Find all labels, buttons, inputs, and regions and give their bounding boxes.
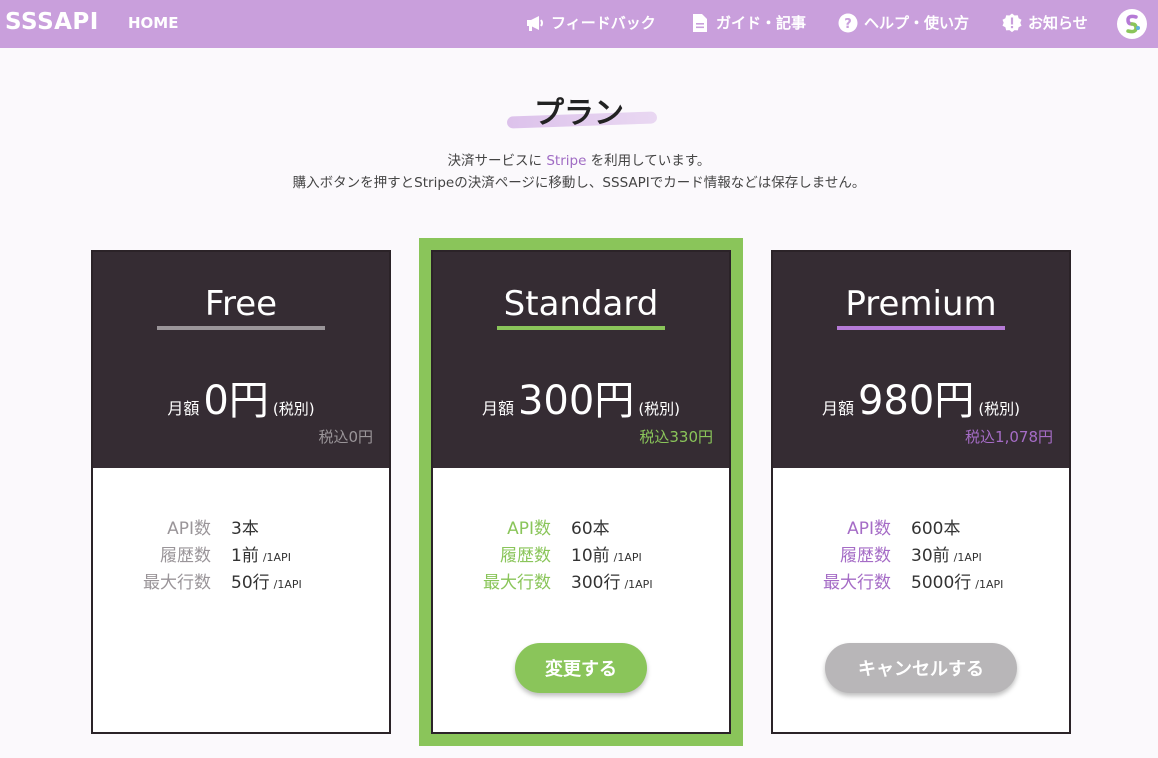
- user-avatar[interactable]: [1117, 9, 1147, 39]
- feature-value: 60本: [571, 514, 614, 539]
- plan-card-header: Free 月額 0円 (税別) 税込0円: [93, 252, 389, 468]
- price-tax-included: 税込1,078円: [965, 428, 1053, 446]
- plan-name: Standard: [503, 284, 659, 324]
- feature-label: 履歴数: [500, 546, 551, 566]
- plan-name-underline: [157, 326, 325, 330]
- nav-feedback[interactable]: フィードバック: [525, 12, 656, 33]
- feature-value-text: 300行: [571, 573, 621, 593]
- feature-label: 履歴数: [840, 546, 891, 566]
- payment-description: 決済サービスに Stripe を利用しています。: [0, 149, 1158, 169]
- feature-row: 最大行数 300行/1API: [433, 568, 729, 595]
- plan-card-header: Premium 月額 980円 (税別) 税込1,078円: [773, 252, 1069, 468]
- nav-guide[interactable]: ガイド・記事: [690, 12, 806, 33]
- feature-value-text: 600本: [911, 519, 961, 539]
- top-navigation-bar: SSSAPI HOME フィードバック ガイド・記事 ? ヘルプ・使い方 お知ら…: [0, 0, 1158, 48]
- payment-description-post: を利用しています。: [586, 153, 711, 169]
- feature-label: API数: [167, 519, 211, 539]
- feature-value-text: 1前: [231, 546, 259, 566]
- feature-unit: /1API: [262, 551, 291, 564]
- megaphone-icon: [525, 13, 545, 33]
- price-tax-note: (税別): [638, 400, 681, 418]
- feature-value: 600本: [911, 514, 964, 539]
- price-amount: 980円: [857, 378, 975, 424]
- plan-name-underline: [497, 326, 665, 330]
- app-logo[interactable]: SSSAPI: [5, 9, 99, 35]
- feature-unit: /1API: [273, 578, 302, 591]
- plan-name: Premium: [845, 284, 997, 324]
- feature-value: 5000行/1API: [911, 568, 1003, 593]
- svg-text:?: ?: [844, 17, 852, 32]
- price-tax-included: 税込0円: [318, 428, 373, 446]
- price-amount: 300円: [517, 378, 635, 424]
- price-monthly-label: 月額: [167, 399, 200, 418]
- feature-unit: /1API: [953, 551, 982, 564]
- feature-row: API数 60本: [433, 514, 729, 541]
- nav-help[interactable]: ? ヘルプ・使い方: [838, 12, 969, 33]
- feature-value-text: 10前: [571, 546, 610, 566]
- avatar-logo-icon: [1126, 14, 1140, 34]
- feature-unit: /1API: [975, 578, 1004, 591]
- feature-label: 最大行数: [143, 573, 211, 593]
- nav-guide-label: ガイド・記事: [716, 14, 807, 32]
- feature-label: 最大行数: [823, 573, 891, 593]
- alert-badge-icon: [1002, 13, 1022, 33]
- feature-row: API数 600本: [773, 514, 1069, 541]
- feature-unit: /1API: [624, 578, 653, 591]
- page-title: プラン: [534, 96, 624, 131]
- plan-price: 月額 980円 (税別): [773, 368, 1069, 426]
- plan-card-standard: Standard 月額 300円 (税別) 税込330円 API数 60本 履歴数…: [431, 250, 731, 734]
- feature-value: 30前/1API: [911, 541, 982, 566]
- nav-news[interactable]: お知らせ: [1002, 12, 1088, 33]
- price-amount: 0円: [203, 378, 269, 424]
- payment-description-pre: 決済サービスに: [447, 153, 547, 169]
- feature-row: 履歴数 30前/1API: [773, 541, 1069, 568]
- price-monthly-label: 月額: [481, 399, 514, 418]
- question-circle-icon: ?: [838, 13, 858, 33]
- plan-price: 月額 0円 (税別): [93, 368, 389, 426]
- feature-value: 10前/1API: [571, 541, 642, 566]
- payment-notice: 購入ボタンを押すとStripeの決済ページに移動し、SSSAPIでカード情報など…: [292, 175, 866, 191]
- price-tax-note: (税別): [272, 400, 315, 418]
- feature-label: API数: [507, 519, 551, 539]
- plan-card-free: Free 月額 0円 (税別) 税込0円 API数 3本 履歴数 1前/1API 最…: [91, 250, 391, 734]
- feature-value-text: 50行: [231, 573, 270, 593]
- plan-features: API数 60本 履歴数 10前/1API 最大行数 300行/1API: [433, 514, 729, 595]
- feature-label: 最大行数: [483, 573, 551, 593]
- plan-features: API数 3本 履歴数 1前/1API 最大行数 50行/1API: [93, 514, 389, 595]
- price-tax-included: 税込330円: [639, 428, 713, 446]
- feature-value: 300行/1API: [571, 568, 653, 593]
- plan-card-premium: Premium 月額 980円 (税別) 税込1,078円 API数 600本 履…: [771, 250, 1071, 734]
- home-link[interactable]: HOME: [128, 14, 178, 32]
- feature-label: API数: [847, 519, 891, 539]
- feature-value-text: 3本: [231, 519, 259, 539]
- feature-row: API数 3本: [93, 514, 389, 541]
- feature-value-text: 60本: [571, 519, 610, 539]
- change-plan-button[interactable]: 変更する: [515, 643, 647, 693]
- plan-name-underline: [837, 326, 1005, 330]
- plan-price: 月額 300円 (税別): [433, 368, 729, 426]
- feature-value: 3本: [231, 514, 263, 539]
- plan-name: Free: [204, 284, 278, 324]
- feature-unit: /1API: [613, 551, 642, 564]
- feature-value: 1前/1API: [231, 541, 291, 566]
- feature-row: 最大行数 5000行/1API: [773, 568, 1069, 595]
- feature-row: 履歴数 1前/1API: [93, 541, 389, 568]
- feature-value: 50行/1API: [231, 568, 302, 593]
- cancel-plan-button[interactable]: キャンセルする: [825, 643, 1017, 693]
- document-icon: [690, 13, 710, 33]
- nav-help-label: ヘルプ・使い方: [864, 14, 970, 32]
- price-monthly-label: 月額: [821, 399, 854, 418]
- price-tax-note: (税別): [978, 400, 1021, 418]
- feature-label: 履歴数: [160, 546, 211, 566]
- stripe-link[interactable]: Stripe: [546, 153, 586, 169]
- plan-card-header: Standard 月額 300円 (税別) 税込330円: [433, 252, 729, 468]
- feature-row: 最大行数 50行/1API: [93, 568, 389, 595]
- plan-features: API数 600本 履歴数 30前/1API 最大行数 5000行/1API: [773, 514, 1069, 595]
- nav-news-label: お知らせ: [1028, 14, 1088, 32]
- feature-row: 履歴数 10前/1API: [433, 541, 729, 568]
- feature-value-text: 5000行: [911, 573, 972, 593]
- feature-value-text: 30前: [911, 546, 950, 566]
- nav-feedback-label: フィードバック: [551, 14, 656, 32]
